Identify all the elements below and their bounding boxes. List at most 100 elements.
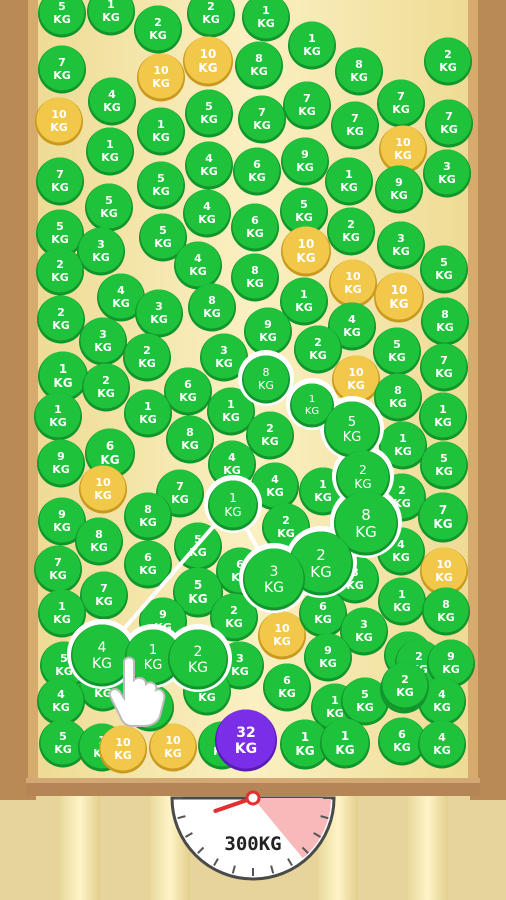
ball[interactable]: 3KG — [377, 221, 425, 270]
ball-weight: 10 — [348, 366, 364, 379]
ball[interactable]: 9KG — [37, 439, 85, 488]
ball[interactable]: 9KG — [244, 307, 292, 356]
ball-unit: KG — [53, 613, 71, 626]
ball[interactable]: 1KG — [378, 577, 426, 626]
ball[interactable]: 3KG — [135, 289, 183, 338]
ball-unit: KG — [278, 687, 296, 700]
ball[interactable]: 7KG — [238, 95, 286, 144]
ball-gold[interactable]: 10KG — [79, 465, 127, 514]
ball[interactable]: 7KG — [377, 79, 425, 128]
ball[interactable]: 4KG — [88, 77, 136, 126]
ball[interactable]: 1KG — [124, 389, 172, 438]
ball[interactable]: 5KG — [420, 245, 468, 294]
ball[interactable]: 4KG — [418, 720, 466, 769]
ball[interactable]: 7KG — [283, 81, 331, 130]
ball[interactable]: 5KG — [373, 327, 421, 376]
ball[interactable]: 4KG — [174, 241, 222, 290]
ball-weight: 5 — [157, 172, 165, 185]
selected-ball[interactable]: 1KG — [208, 480, 258, 531]
ball-gold[interactable]: 10KG — [258, 611, 306, 660]
ball[interactable]: 4KG — [183, 189, 231, 238]
ball-weight: 10 — [153, 64, 169, 77]
ball-weight: 3 — [360, 618, 368, 631]
ball-purple[interactable]: 32KG — [215, 709, 277, 772]
ball[interactable]: 9KG — [375, 165, 423, 214]
ball-weight: 6 — [144, 551, 152, 564]
ball-unit: KG — [52, 701, 70, 714]
ball[interactable]: 2KG — [327, 207, 375, 256]
ball[interactable]: 8KG — [166, 415, 214, 464]
selected-ball[interactable]: 8KG — [242, 355, 290, 404]
ball[interactable]: 1KG — [288, 21, 336, 70]
ball-weight: 9 — [58, 508, 66, 521]
selected-ball[interactable]: 5KG — [324, 401, 380, 458]
ball[interactable]: 1KG — [34, 392, 82, 441]
ball[interactable]: 8KG — [374, 373, 422, 422]
ball[interactable]: 2KG — [424, 37, 472, 86]
ball[interactable]: 7KG — [331, 101, 379, 150]
ball[interactable]: 6KG — [263, 663, 311, 712]
ball-gold[interactable]: 10KG — [281, 226, 331, 277]
ball-gold[interactable]: 10KG — [329, 259, 377, 308]
ball[interactable]: 7KG — [36, 157, 84, 206]
ball[interactable]: 6KG — [231, 203, 279, 252]
ball[interactable]: 8KG — [188, 283, 236, 332]
ball[interactable]: 4KG — [185, 141, 233, 190]
ball-weight: 4 — [57, 688, 65, 701]
ball[interactable]: 2KG — [36, 247, 84, 296]
ball-weight: 8 — [251, 264, 259, 277]
ball[interactable]: 6KG — [233, 147, 281, 196]
ball[interactable]: 3KG — [79, 317, 127, 366]
ball[interactable]: 2KG — [37, 295, 85, 344]
ball[interactable]: 8KG — [75, 517, 123, 566]
ball[interactable]: 7KG — [425, 99, 473, 148]
ball[interactable]: 7KG — [34, 545, 82, 594]
ball[interactable]: 8KG — [422, 587, 470, 636]
ball[interactable]: 7KG — [80, 571, 128, 620]
ball[interactable]: 8KG — [235, 41, 283, 90]
ball[interactable]: 7KG — [38, 45, 86, 94]
ball[interactable]: 9KG — [281, 137, 329, 186]
ball-unit: KG — [215, 357, 233, 370]
ball[interactable]: 4KG — [37, 677, 85, 726]
ball-weight: 5 — [105, 194, 113, 207]
ball[interactable]: 1KG — [419, 392, 467, 441]
ball[interactable]: 8KG — [231, 253, 279, 302]
ball-gold[interactable]: 10KG — [35, 97, 83, 146]
ball[interactable]: 3KG — [77, 227, 125, 276]
ball-weight: 1 — [300, 288, 308, 301]
ball-unit: KG — [264, 580, 284, 596]
ball-gold[interactable]: 10KG — [149, 723, 197, 772]
ball[interactable]: 9KG — [304, 633, 352, 682]
ball[interactable]: 5KG — [85, 183, 133, 232]
ball[interactable]: 2KG — [134, 5, 182, 54]
ball-gold[interactable]: 10KG — [183, 36, 233, 87]
ball[interactable]: 1KG — [86, 127, 134, 176]
ball-unit: KG — [154, 237, 172, 250]
ball-gold[interactable]: 10KG — [99, 725, 147, 774]
ball[interactable]: 2KG — [246, 411, 294, 460]
ball[interactable]: 5KG — [185, 89, 233, 138]
selected-ball[interactable]: 2KG — [168, 629, 228, 690]
ball[interactable]: 7KG — [418, 492, 468, 543]
ball[interactable]: 1KG — [137, 107, 185, 156]
ball-unit: KG — [51, 233, 69, 246]
ball[interactable]: 8KG — [124, 492, 172, 541]
ball[interactable]: 8KG — [335, 47, 383, 96]
ball-gold[interactable]: 10KG — [137, 53, 185, 102]
ball[interactable]: 1KG — [325, 157, 373, 206]
selected-ball[interactable]: 3KG — [243, 548, 305, 611]
ball[interactable]: 3KG — [423, 149, 471, 198]
ball[interactable]: 5KG — [137, 161, 185, 210]
ball-weight: 1 — [262, 4, 270, 17]
ball[interactable]: 2KG — [123, 333, 171, 382]
ball-gold[interactable]: 10KG — [374, 272, 424, 323]
ball[interactable]: 8KG — [421, 297, 469, 346]
ball[interactable]: 7KG — [420, 343, 468, 392]
ball[interactable]: 2KG — [82, 363, 130, 412]
ball-unit: KG — [53, 69, 71, 82]
ball[interactable]: 5KG — [420, 441, 468, 490]
ball[interactable]: 2KG — [381, 662, 429, 711]
ball[interactable]: 1KG — [320, 718, 370, 769]
ball[interactable]: 2KG — [294, 325, 342, 374]
